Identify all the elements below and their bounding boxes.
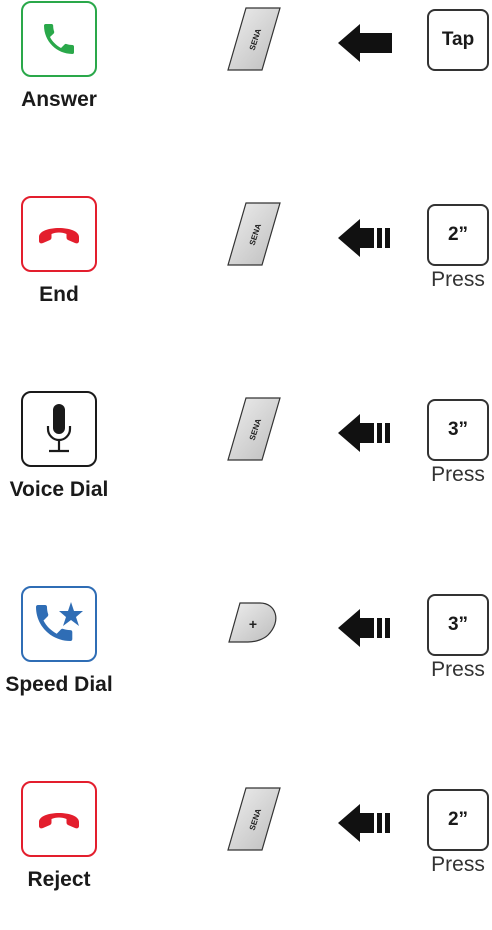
action-box: 3” <box>427 594 489 656</box>
end-row: End SENA 2” Press <box>0 195 492 345</box>
answer-row: Answer SENA Tap <box>0 0 492 150</box>
phone-hangup-icon <box>21 196 97 272</box>
press-arrow <box>338 804 390 842</box>
phone-answer-icon <box>21 1 97 77</box>
function-label: End <box>39 283 79 306</box>
function-label: Voice Dial <box>9 478 109 501</box>
plus-button: + <box>228 602 277 643</box>
action-box: Tap <box>427 9 489 71</box>
function-label: Answer <box>21 88 97 111</box>
press-label: Press <box>431 268 485 291</box>
press-arrow <box>338 609 390 647</box>
press-label: Press <box>431 853 485 876</box>
press-arrow <box>338 219 390 257</box>
press-label: Press <box>431 658 485 681</box>
action-box: 2” <box>427 789 489 851</box>
sena-logo-button: SENA <box>227 202 281 266</box>
action-box: 3” <box>427 399 489 461</box>
function-label: Reject <box>27 868 91 891</box>
phone-hangup-icon <box>21 781 97 857</box>
press-label: Press <box>431 463 485 486</box>
sena-logo-button: SENA <box>227 787 281 851</box>
voice-dial-row: Voice Dial SENA 3” Press <box>0 390 492 540</box>
microphone-icon <box>21 391 97 467</box>
sena-logo-button: SENA <box>227 397 281 461</box>
sena-logo-button: SENA <box>227 7 281 71</box>
speed-dial-row: Speed Dial + 3” Press <box>0 585 492 735</box>
function-label: Speed Dial <box>5 673 113 696</box>
tap-arrow <box>338 24 392 62</box>
reject-row: Reject SENA 2” Press <box>0 780 492 930</box>
press-arrow <box>338 414 390 452</box>
phone-star-icon <box>21 586 97 662</box>
action-box: 2” <box>427 204 489 266</box>
button-logo-text: + <box>249 616 257 632</box>
